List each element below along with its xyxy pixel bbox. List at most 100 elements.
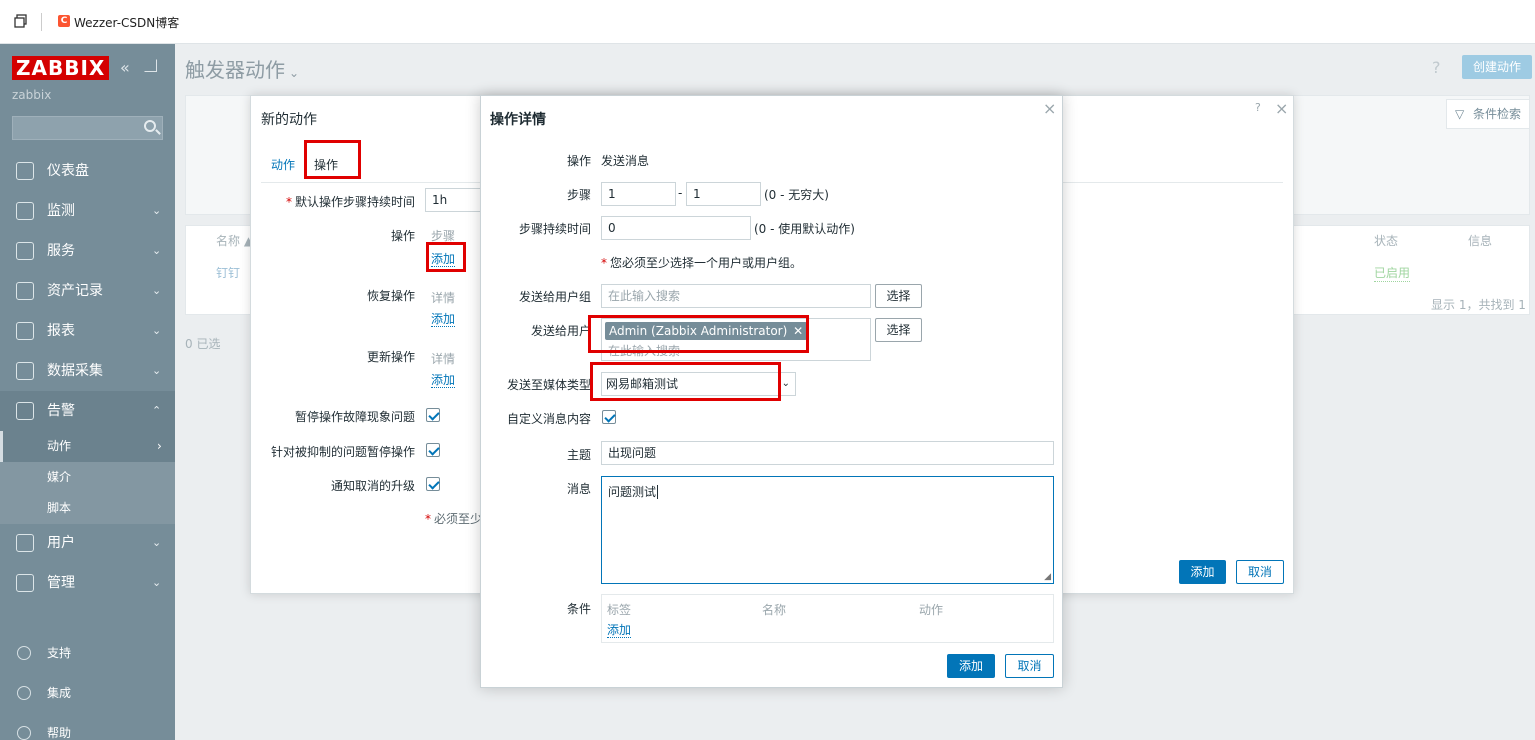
- step-duration-input[interactable]: 0: [601, 216, 751, 240]
- window-restore-icon[interactable]: [14, 14, 28, 28]
- sidebar-item-services[interactable]: 服务 ⌄: [0, 231, 175, 271]
- users-multiselect[interactable]: Admin (Zabbix Administrator) ✕ 在此输入搜索: [601, 318, 871, 361]
- sidebar-item-monitoring[interactable]: 监测 ⌄: [0, 191, 175, 231]
- sidebar-item-label: 资产记录: [47, 283, 103, 299]
- sidebar-item-label: 仪表盘: [47, 163, 89, 179]
- column-header-name[interactable]: 名称 ▲: [216, 232, 253, 249]
- remove-chip-icon[interactable]: ✕: [793, 324, 803, 338]
- sidebar-item-support[interactable]: 支持: [0, 633, 175, 673]
- sidebar-item-label: 服务: [47, 243, 75, 259]
- close-icon[interactable]: ×: [1275, 99, 1288, 118]
- collapse-sidebar-icon[interactable]: «: [120, 58, 130, 77]
- alerts-icon: [16, 402, 34, 420]
- sidebar-item-label: 数据采集: [47, 363, 103, 379]
- sidebar-item-label: 支持: [47, 646, 72, 660]
- search-icon[interactable]: [144, 120, 156, 132]
- user-chip: Admin (Zabbix Administrator) ✕: [605, 322, 808, 340]
- subject-label: 主题: [566, 448, 591, 462]
- recovery-add-link[interactable]: 添加: [431, 312, 456, 327]
- sidebar-item-alerts[interactable]: 告警 ⌃: [0, 391, 175, 431]
- sidebar-item-administration[interactable]: 管理 ⌄: [0, 563, 175, 603]
- notify-cancel-checkbox[interactable]: [426, 477, 440, 491]
- resize-handle-icon[interactable]: ◢: [1044, 572, 1051, 582]
- operations-add-link[interactable]: 添加: [431, 252, 456, 267]
- sidebar-search-input[interactable]: [12, 116, 163, 140]
- users-search-input[interactable]: 在此输入搜索: [608, 342, 680, 359]
- step-to-input[interactable]: 1: [686, 182, 761, 206]
- sidebar-item-reports[interactable]: 报表 ⌄: [0, 311, 175, 351]
- chevron-down-icon: ⌄: [152, 536, 162, 549]
- sidebar-item-help[interactable]: 帮助: [0, 713, 175, 740]
- help-icon: [17, 726, 31, 740]
- column-header-info: 信息: [1468, 234, 1493, 248]
- sidebar-subitem-scripts[interactable]: 脚本: [0, 493, 175, 524]
- required-note: * 必须至少: [425, 512, 483, 526]
- conditions-add-link[interactable]: 添加: [607, 623, 632, 638]
- help-icon[interactable]: ?: [1255, 101, 1261, 114]
- table-row-name-link[interactable]: 钉钉: [216, 264, 240, 281]
- sidebar-item-data-collection[interactable]: 数据采集 ⌄: [0, 351, 175, 391]
- media-type-value: 网易邮箱测试: [606, 377, 679, 391]
- select-users-button[interactable]: 选择: [875, 318, 922, 342]
- notify-cancel-label: 通知取消的升级: [330, 479, 415, 493]
- services-icon: [16, 242, 34, 260]
- operation-add-button[interactable]: 添加: [947, 654, 995, 678]
- chevron-down-icon: ⌄: [152, 284, 162, 297]
- step-duration-hint: (0 - 使用默认动作): [754, 222, 855, 236]
- alerts-submenu: 动作 › 媒介 脚本: [0, 431, 175, 524]
- media-type-label: 发送至媒体类型: [506, 378, 591, 392]
- chevron-down-icon: ⌄: [152, 324, 162, 337]
- action-cancel-button[interactable]: 取消: [1236, 560, 1284, 584]
- sidebar-item-label: 报表: [47, 323, 75, 339]
- sidebar-item-label: 集成: [47, 686, 72, 700]
- cond-header-tag: 标签: [607, 603, 632, 617]
- subject-input[interactable]: 出现问题: [601, 441, 1054, 465]
- update-details-header: 详情: [431, 352, 456, 366]
- step-from-input[interactable]: 1: [601, 182, 676, 206]
- operation-cancel-button[interactable]: 取消: [1005, 654, 1054, 678]
- create-action-button[interactable]: 创建动作: [1462, 55, 1532, 79]
- sidebar-item-label: 帮助: [47, 726, 72, 740]
- update-operations-label: 更新操作: [366, 350, 415, 364]
- sidebar-subitem-label: 脚本: [47, 501, 72, 515]
- filter-tab-label: 条件检索: [1473, 107, 1522, 121]
- sidebar-subitem-media[interactable]: 媒介: [0, 462, 175, 493]
- sidebar-item-users[interactable]: 用户 ⌄: [0, 523, 175, 563]
- user-groups-search-input[interactable]: 在此输入搜索: [601, 284, 871, 308]
- kiosk-mode-icon[interactable]: [144, 59, 157, 72]
- sidebar-item-label: 监测: [47, 203, 75, 219]
- help-icon[interactable]: ?: [1432, 58, 1441, 77]
- browser-tab-title[interactable]: Wezzer-CSDN博客: [74, 14, 179, 31]
- users-icon: [16, 534, 34, 552]
- update-add-link[interactable]: 添加: [431, 373, 456, 388]
- table-row-status[interactable]: 已启用: [1374, 264, 1411, 282]
- tab-action[interactable]: 动作: [271, 156, 295, 173]
- custom-message-checkbox[interactable]: [602, 410, 616, 424]
- select-groups-button[interactable]: 选择: [875, 284, 922, 308]
- operations-step-header: 步骤: [431, 229, 456, 243]
- sidebar-subitem-label: 媒介: [47, 470, 72, 484]
- action-add-button[interactable]: 添加: [1179, 560, 1226, 584]
- zabbix-logo[interactable]: ZABBIX: [12, 56, 110, 80]
- media-type-select[interactable]: 网易邮箱测试 ⌄: [601, 372, 796, 396]
- sidebar-item-integrations[interactable]: 集成: [0, 673, 175, 713]
- sidebar-item-inventory[interactable]: 资产记录 ⌄: [0, 271, 175, 311]
- cond-header-action: 动作: [919, 603, 944, 617]
- filter-icon: ▽: [1455, 107, 1465, 121]
- sidebar-item-label: 告警: [47, 403, 75, 419]
- sidebar-subitem-actions[interactable]: 动作 ›: [0, 431, 175, 462]
- filter-tab[interactable]: ▽ 条件检索: [1446, 99, 1530, 129]
- chevron-right-icon: ›: [157, 439, 162, 453]
- dialog-title: 操作详情: [490, 112, 546, 128]
- pause-symptoms-checkbox[interactable]: [426, 408, 440, 422]
- message-textarea[interactable]: 问题测试 ◢: [601, 476, 1054, 584]
- default-duration-label: * 默认操作步骤持续时间: [285, 195, 415, 209]
- tab-operations[interactable]: 操作: [314, 156, 338, 173]
- sidebar-item-dashboard[interactable]: 仪表盘: [0, 151, 175, 191]
- recovery-operations-label: 恢复操作: [366, 289, 415, 303]
- close-icon[interactable]: ×: [1043, 99, 1056, 118]
- pause-suppressed-checkbox[interactable]: [426, 443, 440, 457]
- operation-value: 发送消息: [601, 154, 650, 168]
- page-title[interactable]: 触发器动作 ⌄: [185, 54, 299, 83]
- chevron-down-icon: ⌄: [781, 378, 790, 389]
